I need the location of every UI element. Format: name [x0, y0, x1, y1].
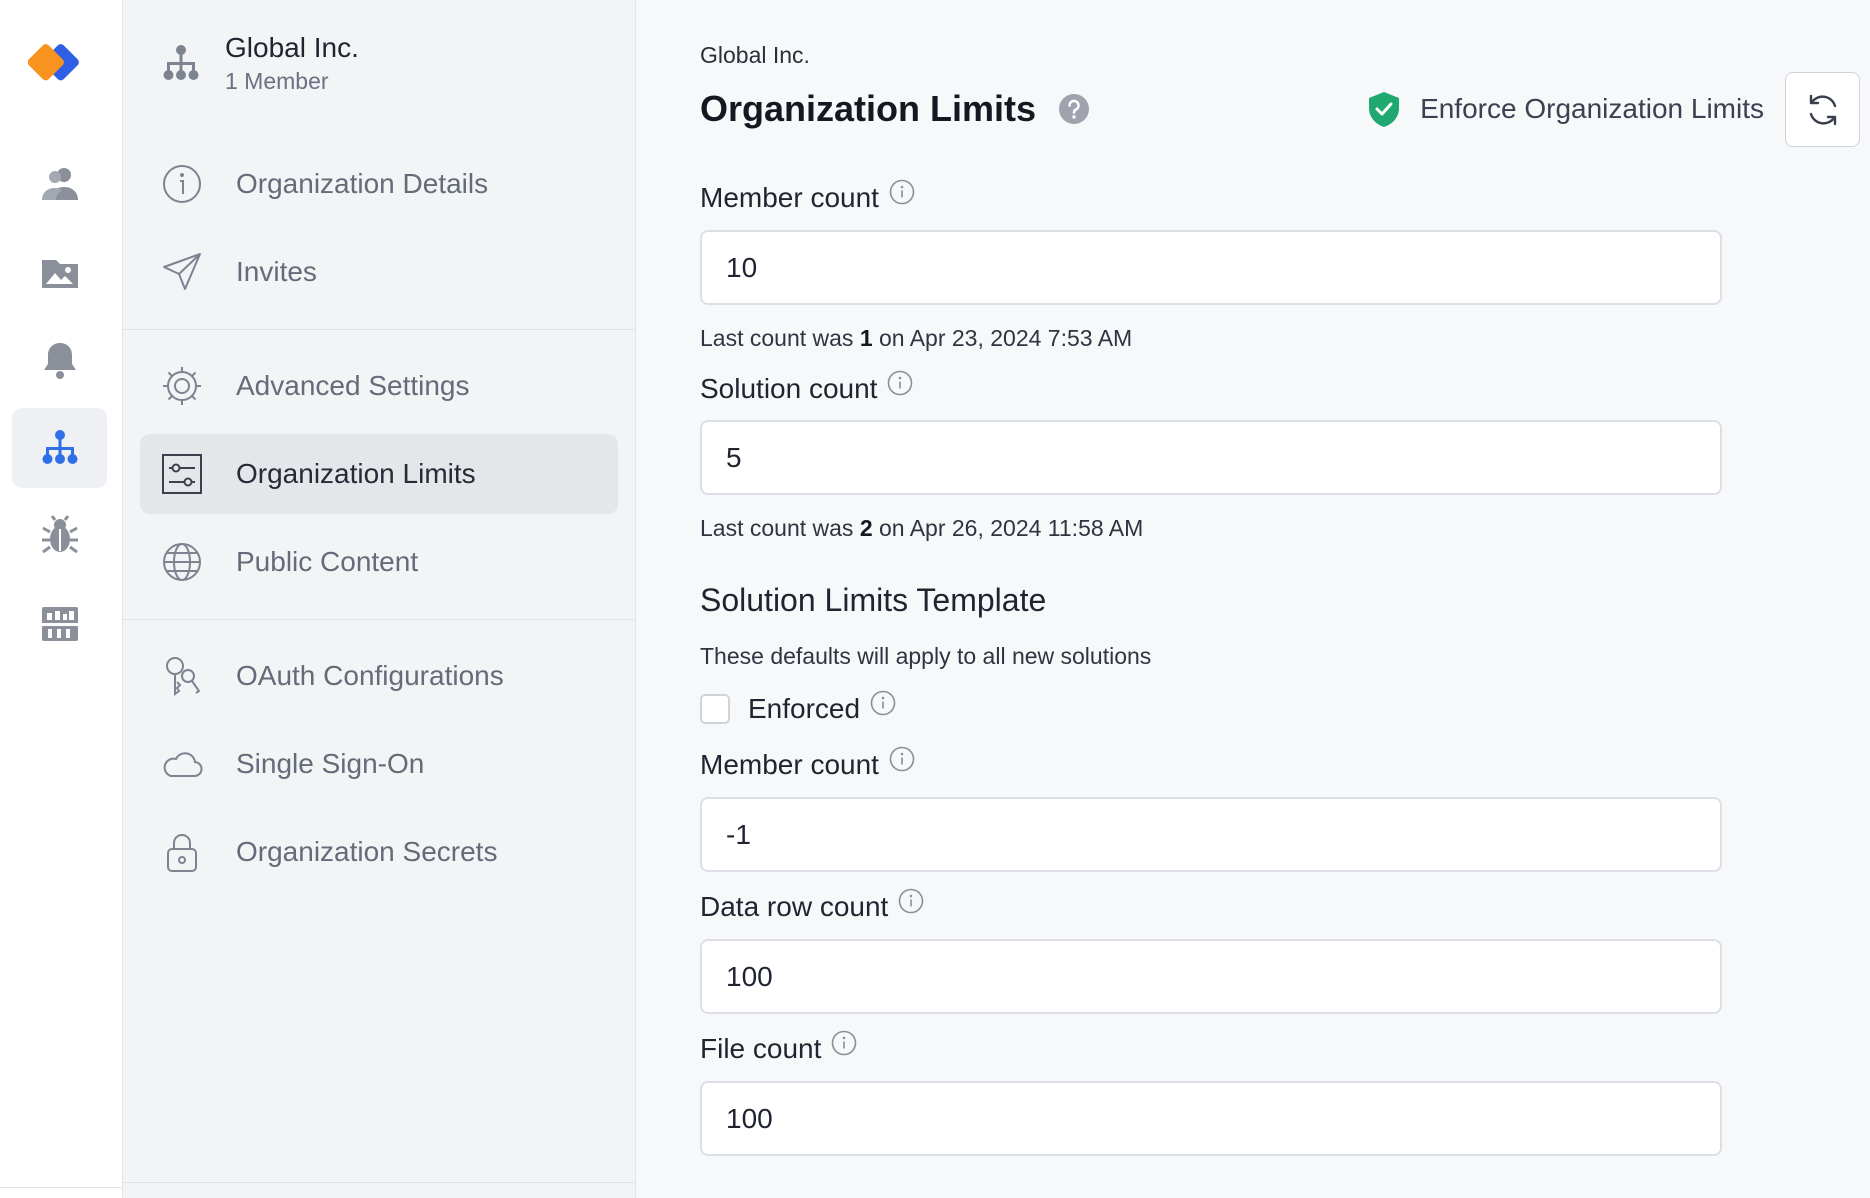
file-count-label: File count	[700, 1030, 857, 1065]
field-label-text: Data row count	[700, 891, 889, 922]
keys-icon	[166, 657, 201, 696]
info-icon[interactable]	[831, 1030, 857, 1056]
sidebar-item-organization-limits[interactable]: Organization Limits	[140, 434, 618, 514]
hint-text: on Apr 26, 2024 11:58 AM	[872, 515, 1144, 541]
shield-check-icon	[1369, 92, 1400, 127]
sidebar-item-advanced-settings[interactable]: Advanced Settings	[140, 346, 618, 426]
template-member-count-label: Member count	[700, 746, 915, 781]
sliders-icon	[162, 454, 202, 494]
template-member-count-input[interactable]	[700, 797, 1722, 872]
data-row-count-label: Data row count	[700, 888, 924, 923]
sidebar-item-invites[interactable]: Invites	[140, 232, 618, 312]
sidebar-item-label: Public Content	[236, 546, 419, 577]
solution-count-label: Solution count	[700, 370, 913, 405]
org-header[interactable]: Global Inc. 1 Member	[159, 30, 359, 96]
lock-icon	[167, 834, 197, 872]
enforce-status[interactable]: Enforce Organization Limits	[1366, 90, 1764, 128]
sidebar-item-label: Single Sign-On	[236, 748, 425, 779]
sidebar-item-label: Invites	[236, 256, 317, 287]
solution-count-hint: Last count was 2 on Apr 26, 2024 11:58 A…	[700, 515, 1143, 542]
member-count-input[interactable]	[700, 230, 1722, 305]
sidebar-item-oauth-configurations[interactable]: OAuth Configurations	[140, 636, 618, 716]
enforced-checkbox[interactable]	[700, 694, 730, 724]
field-label-text: Solution count	[700, 373, 878, 404]
info-icon[interactable]	[870, 690, 896, 716]
enforced-label: Enforced	[748, 693, 861, 724]
enforce-label: Enforce Organization Limits	[1420, 93, 1764, 124]
bell-icon[interactable]	[12, 320, 107, 400]
sidebar-item-label: Organization Secrets	[236, 836, 498, 867]
hint-number: 2	[859, 515, 873, 541]
org-member-count: 1 Member	[225, 68, 329, 94]
sidebar-item-organization-details[interactable]: Organization Details	[140, 144, 618, 224]
nav-divider	[123, 619, 636, 620]
member-count-hint: Last count was 1 on Apr 23, 2024 7:53 AM	[700, 325, 1132, 352]
solution-count-input[interactable]	[700, 420, 1722, 495]
org-tree-icon[interactable]	[12, 408, 107, 488]
hint-text: Last count was	[700, 325, 860, 351]
sidebar-item-public-content[interactable]: Public Content	[140, 522, 618, 602]
sidebar-item-label: Organization Details	[236, 168, 489, 199]
info-icon[interactable]	[887, 370, 913, 396]
users-icon[interactable]	[12, 144, 107, 224]
refresh-button[interactable]	[1785, 72, 1860, 147]
sidebar-item-single-sign-on[interactable]: Single Sign-On	[140, 724, 618, 804]
bug-icon[interactable]	[12, 496, 107, 576]
enforced-checkbox-row[interactable]: Enforced	[700, 690, 896, 725]
member-count-label: Member count	[700, 179, 915, 214]
sidebar-item-label: OAuth Configurations	[236, 660, 504, 691]
page-title: Organization Limits	[700, 88, 1090, 130]
rail-divider	[0, 1187, 123, 1188]
refresh-icon	[1809, 94, 1836, 125]
data-row-count-input[interactable]	[700, 939, 1722, 1014]
paper-plane-icon	[163, 253, 201, 290]
section-title: Solution Limits Template	[700, 582, 1047, 618]
nav-divider	[123, 329, 636, 330]
breadcrumb[interactable]: Global Inc.	[700, 42, 810, 69]
page-title-text: Organization Limits	[700, 88, 1037, 129]
field-label-text: File count	[700, 1033, 822, 1064]
section-description: These defaults will apply to all new sol…	[700, 643, 1152, 669]
org-name: Global Inc.	[225, 32, 359, 63]
hint-text: on Apr 23, 2024 7:53 AM	[872, 325, 1133, 351]
info-icon[interactable]	[898, 888, 924, 914]
sidebar-item-organization-secrets[interactable]: Organization Secrets	[140, 812, 618, 892]
nav-divider	[123, 1182, 636, 1183]
globe-icon	[163, 543, 201, 581]
chart-panel-icon[interactable]	[12, 584, 107, 664]
help-icon[interactable]	[1058, 93, 1090, 125]
hint-number: 1	[859, 325, 873, 351]
sidebar-item-label: Organization Limits	[236, 458, 476, 489]
field-label-text: Member count	[700, 182, 879, 213]
info-circle-icon	[163, 165, 201, 203]
app-rail	[0, 0, 123, 1198]
org-tree-icon	[163, 45, 199, 80]
info-icon[interactable]	[889, 746, 915, 772]
info-icon[interactable]	[889, 179, 915, 205]
hint-text: Last count was	[700, 515, 860, 541]
sidebar-item-label: Advanced Settings	[236, 370, 470, 401]
cloud-icon	[163, 752, 203, 777]
app-logo[interactable]	[27, 36, 92, 92]
image-folder-icon[interactable]	[12, 232, 107, 312]
main-content: Global Inc. Organization Limits Enforce …	[637, 0, 1870, 1198]
field-label-text: Member count	[700, 749, 879, 780]
settings-sidebar: Global Inc. 1 Member Organization Detail…	[123, 0, 636, 1198]
file-count-input[interactable]	[700, 1081, 1722, 1156]
gear-icon	[163, 367, 201, 405]
